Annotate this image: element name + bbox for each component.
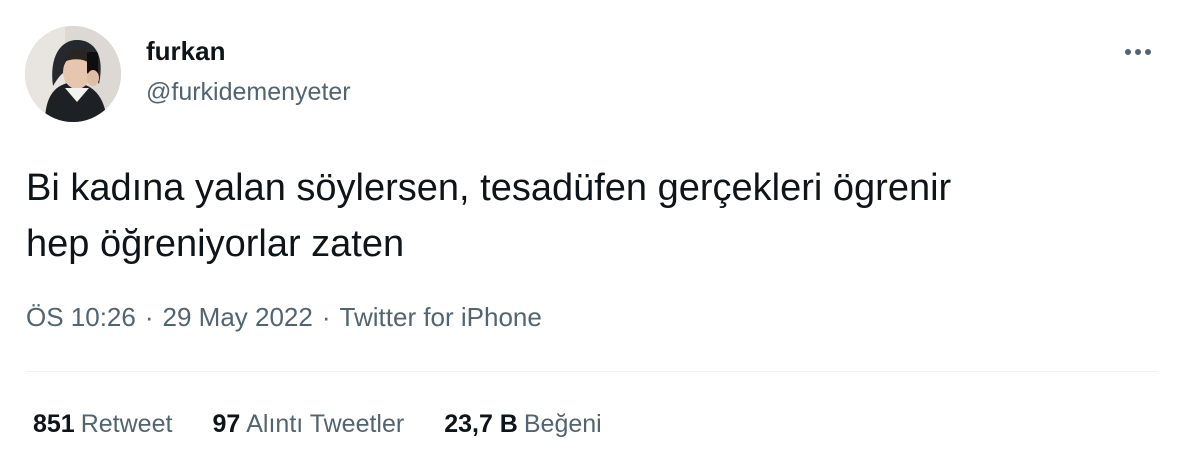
tweet-time[interactable]: ÖS 10:26 [26,302,136,333]
tweet-source[interactable]: Twitter for iPhone [340,302,542,333]
tweet-card: furkan @furkidemenyeter Bi kadına yalan … [0,0,1190,468]
tweet-metadata: ÖS 10:26 · 29 May 2022 · Twitter for iPh… [26,302,542,333]
quote-tweets-count-link[interactable]: 97 Alıntı Tweetler [212,410,404,439]
author-handle[interactable]: @furkidemenyeter [146,78,351,107]
likes-count-link[interactable]: 23,7 B Beğeni [444,410,602,439]
stat-label: Alıntı Tweetler [246,410,405,438]
stat-count: 97 [212,410,241,438]
stat-count: 23,7 B [444,410,518,438]
tweet-date[interactable]: 29 May 2022 [163,302,313,333]
engagement-stats: 851 Retweet 97 Alıntı Tweetler 23,7 B Be… [33,410,642,439]
more-options-button[interactable] [1112,36,1164,68]
divider [26,371,1158,372]
avatar[interactable] [25,26,121,122]
stat-count: 851 [33,410,75,438]
stat-label: Retweet [80,410,173,438]
stat-label: Beğeni [523,410,602,438]
more-horizontal-icon [1125,49,1151,55]
avatar-photo [25,26,121,122]
tweet-text: Bi kadına yalan söylersen, tesadüfen ger… [26,167,952,265]
meta-separator: · [321,302,331,332]
meta-separator: · [144,302,154,332]
retweet-count-link[interactable]: 851 Retweet [33,410,172,439]
author-display-name[interactable]: furkan [146,36,225,67]
